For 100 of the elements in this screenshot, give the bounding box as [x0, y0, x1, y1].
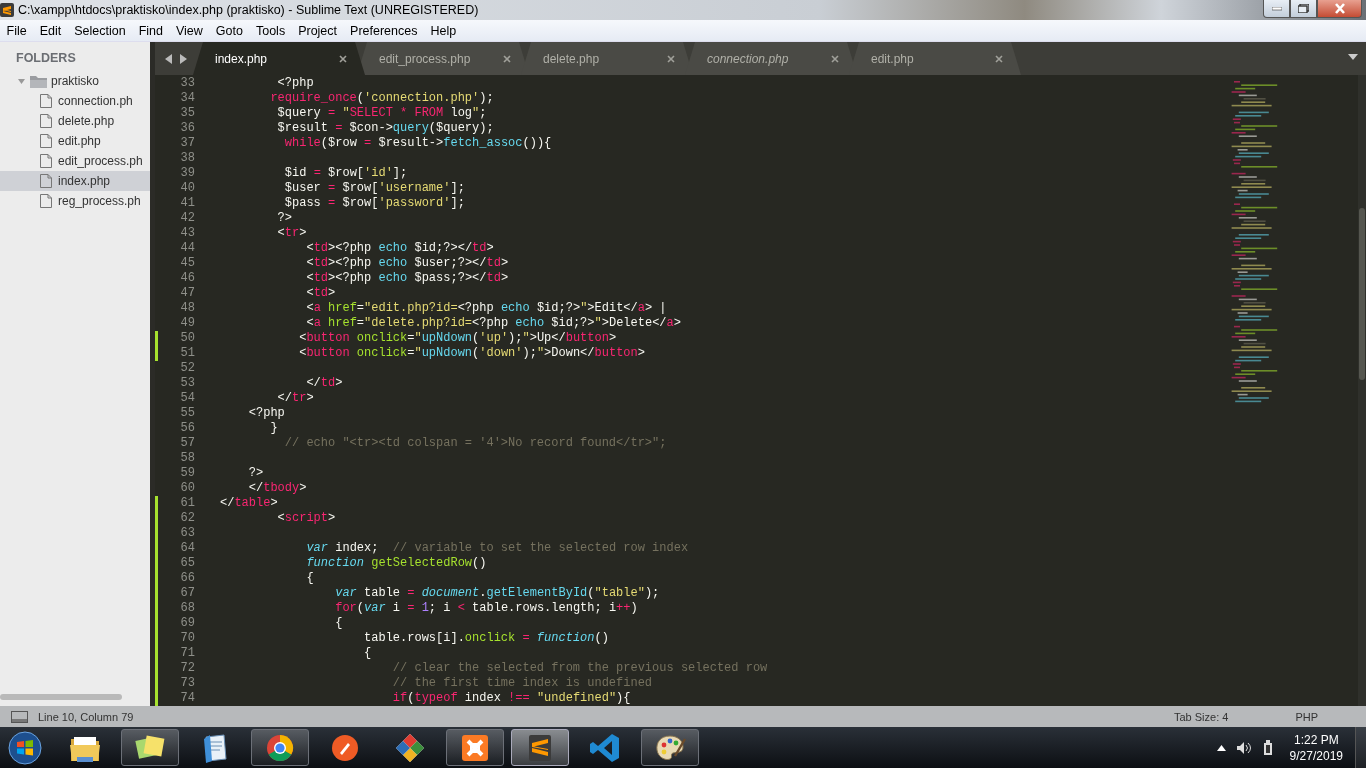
line-number: 57	[179, 436, 195, 451]
panel-toggle-icon[interactable]	[11, 710, 28, 723]
code-line: <script>	[276, 511, 336, 526]
app-logo-icon	[0, 3, 14, 17]
line-number: 60	[179, 481, 195, 496]
sidebar-file[interactable]: delete.php	[0, 111, 150, 131]
scrollbar-thumb[interactable]	[1359, 208, 1365, 380]
code-line: $id = $row['id'];	[283, 166, 408, 181]
line-number: 47	[179, 286, 195, 301]
line-number: 53	[179, 376, 195, 391]
code-line: <td><?php echo $user;?></td>	[305, 256, 509, 271]
code-line: <a href="delete.php?id=<?php echo $id;?>">Delete</a>	[305, 316, 681, 331]
clock-date: 9/27/2019	[1289, 747, 1343, 764]
line-number: 63	[179, 526, 195, 541]
line-number: 39	[179, 166, 195, 181]
line-number: 37	[179, 136, 195, 151]
close-tab-icon[interactable]	[995, 54, 1003, 63]
taskbar-button[interactable]	[251, 729, 309, 766]
menu-item[interactable]: Find	[132, 23, 170, 38]
scroll-right-icon[interactable]	[179, 53, 187, 64]
file-icon	[40, 94, 52, 108]
code-line: table.rows[i].onclick = function()	[363, 631, 609, 646]
line-number: 59	[179, 466, 195, 481]
speaker-icon[interactable]	[1235, 740, 1252, 755]
menu-item[interactable]: Tools	[249, 23, 292, 38]
code-line: for(var i = 1; i < table.rows.length; i++)	[334, 601, 638, 616]
close-tab-icon[interactable]	[503, 54, 511, 63]
sidebar-file[interactable]: connection.ph	[0, 91, 150, 111]
folder-icon	[30, 74, 47, 88]
menu-item[interactable]: Project	[291, 23, 344, 38]
code-line: <td><?php echo $id;?></td>	[305, 241, 494, 256]
taskbar-button[interactable]	[446, 729, 504, 766]
close-tab-icon[interactable]	[831, 54, 839, 63]
line-number: 58	[179, 451, 195, 466]
close-icon	[1333, 3, 1346, 14]
line-number: 62	[179, 511, 195, 526]
menu-item[interactable]: Edit	[33, 23, 68, 38]
line-number: 41	[179, 196, 195, 211]
code-line: ?>	[247, 466, 264, 481]
start-button[interactable]	[8, 730, 42, 765]
restore-icon	[1298, 4, 1309, 13]
close-tab-icon[interactable]	[339, 54, 347, 63]
line-number: 43	[179, 226, 195, 241]
close-tab-icon[interactable]	[667, 54, 675, 63]
code-line: </tr>	[276, 391, 314, 406]
maximize-button[interactable]	[1290, 0, 1317, 18]
code-line: $pass = $row['password'];	[283, 196, 465, 211]
line-number: 51	[179, 346, 195, 361]
line-number: 73	[179, 676, 195, 691]
sidebar-file[interactable]: reg_process.ph	[0, 191, 150, 211]
line-number: 44	[179, 241, 195, 256]
line-number: 34	[179, 91, 195, 106]
line-number: 52	[179, 361, 195, 376]
line-number: 33	[179, 76, 195, 91]
cursor-position: Line 10, Column 79	[38, 710, 134, 723]
folder-row[interactable]: praktisko	[0, 71, 150, 91]
code-line: <?php	[276, 76, 314, 91]
line-number: 67	[179, 586, 195, 601]
code-line: </tbody>	[247, 481, 307, 496]
menu-item[interactable]: File	[0, 23, 34, 38]
line-number: 70	[179, 631, 195, 646]
menu-item[interactable]: Selection	[67, 23, 133, 38]
clock-time: 1:22 PM	[1293, 731, 1339, 748]
code-line: if(typeof index !== "undefined"){	[391, 691, 631, 706]
menu-item[interactable]: Preferences	[343, 23, 424, 38]
scroll-left-icon[interactable]	[165, 53, 173, 64]
menu-item[interactable]: Goto	[209, 23, 250, 38]
line-number: 35	[179, 106, 195, 121]
horizontal-scrollbar[interactable]	[0, 694, 122, 700]
show-hidden-icons-button[interactable]	[1216, 744, 1226, 751]
line-number: 46	[179, 271, 195, 286]
line-number: 36	[179, 121, 195, 136]
line-number: 66	[179, 571, 195, 586]
menu-item[interactable]: View	[169, 23, 210, 38]
sidebar-file[interactable]: edit.php	[0, 131, 150, 151]
file-icon	[40, 114, 52, 128]
code-line: // echo "<tr><td colspan = '4'>No record found</tr>";	[283, 436, 667, 451]
minimize-icon	[1271, 6, 1282, 11]
sidebar-file[interactable]: index.php	[0, 171, 150, 191]
line-number: 61	[179, 496, 195, 511]
code-line: {	[363, 646, 372, 661]
line-number: 72	[179, 661, 195, 676]
close-button[interactable]	[1317, 0, 1362, 18]
sidebar-file[interactable]: edit_process.ph	[0, 151, 150, 171]
code-line: }	[269, 421, 278, 436]
tab-list-dropdown-icon[interactable]	[1348, 54, 1358, 61]
code-line: <?php	[247, 406, 285, 421]
taskbar-button[interactable]	[121, 729, 179, 766]
tab-size-indicator[interactable]: Tab Size: 4	[1173, 710, 1229, 723]
taskbar-button[interactable]	[641, 729, 699, 766]
file-tab[interactable]: index.php	[193, 42, 365, 75]
minimize-button[interactable]	[1263, 0, 1290, 18]
clock[interactable]: 1:22 PM 9/27/2019	[1289, 731, 1343, 764]
line-number: 38	[179, 151, 195, 166]
menu-item[interactable]: Help	[423, 23, 463, 38]
syntax-indicator[interactable]: PHP	[1295, 710, 1318, 723]
line-number: 68	[179, 601, 195, 616]
line-number: 74	[179, 691, 195, 706]
code-line: while($row = $result->fetch_assoc()){	[283, 136, 552, 151]
code-line: $user = $row['username'];	[283, 181, 465, 196]
